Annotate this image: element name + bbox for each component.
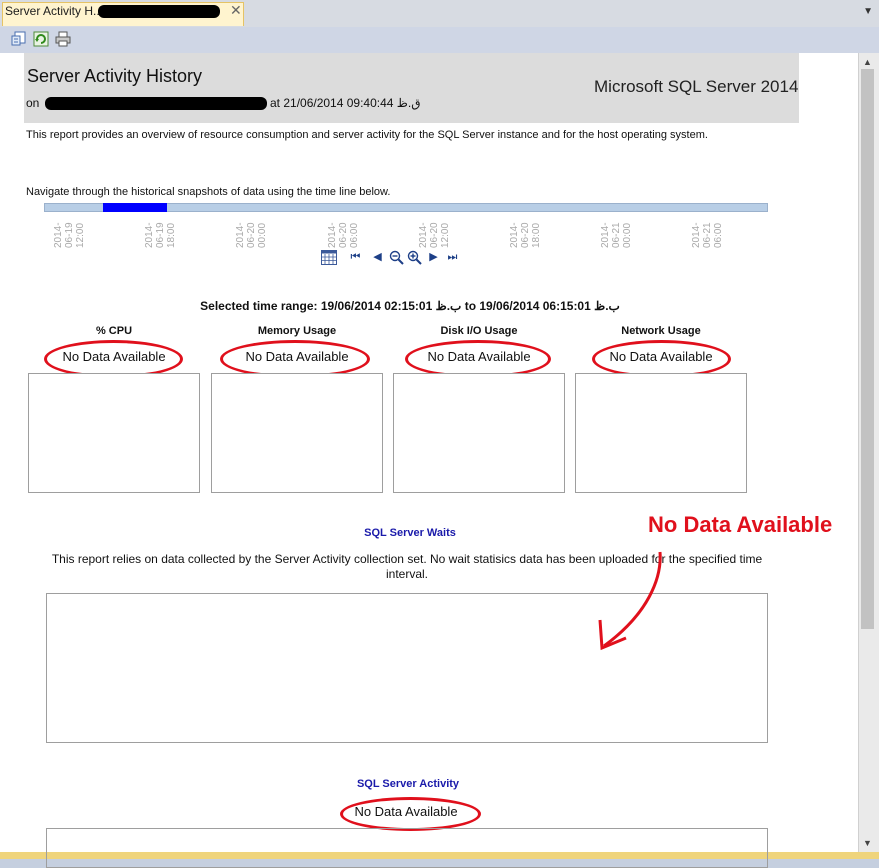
disk-chart-area xyxy=(393,373,565,493)
zoom-in-icon[interactable] xyxy=(407,250,422,265)
previous-snapshot-icon[interactable]: ◀ xyxy=(370,250,385,265)
calendar-icon[interactable] xyxy=(321,250,337,265)
timeline-instructions: Navigate through the historical snapshot… xyxy=(26,186,391,198)
close-icon[interactable]: ✕ xyxy=(230,2,242,19)
cpu-chart-area xyxy=(28,373,200,493)
timeline-tick: 2014- 06-21 06:00 xyxy=(691,222,724,248)
timeline-tick: 2014- 06-20 12:00 xyxy=(418,222,451,248)
report-description: This report provides an overview of reso… xyxy=(26,129,708,141)
timeline-selection[interactable] xyxy=(103,203,167,212)
zoom-out-icon[interactable] xyxy=(389,250,404,265)
timeline-tick: 2014- 06-20 18:00 xyxy=(509,222,542,248)
timeline-tick: 2014- 06-20 06:00 xyxy=(327,222,360,248)
chevron-down-icon[interactable]: ▼ xyxy=(863,6,873,17)
timeline-tick: 2014- 06-19 12:00 xyxy=(53,222,86,248)
product-brand: Microsoft SQL Server 2014 xyxy=(594,77,799,96)
report-title: Server Activity History xyxy=(27,66,203,86)
redaction-bar xyxy=(45,97,267,110)
report-toolbar xyxy=(0,27,879,54)
tab-title: Server Activity H... xyxy=(5,4,104,18)
chart-title-disk: Disk I/O Usage xyxy=(440,325,518,337)
annotation-arrow xyxy=(598,551,662,651)
timeline-tick: 2014- 06-20 00:00 xyxy=(235,222,268,248)
timeline-tick: 2014- 06-21 00:00 xyxy=(600,222,633,248)
document-map-icon[interactable] xyxy=(11,31,27,47)
annotation-ellipse xyxy=(340,797,481,831)
timeline-tick: 2014- 06-19 18:00 xyxy=(144,222,177,248)
memory-chart-area xyxy=(211,373,383,493)
first-snapshot-icon[interactable]: ⏮ xyxy=(348,250,363,265)
chart-title-cpu: % CPU xyxy=(95,325,133,337)
refresh-icon[interactable] xyxy=(33,31,49,47)
redaction-bar xyxy=(98,5,220,18)
activity-chart-area xyxy=(46,828,768,868)
chart-title-network: Network Usage xyxy=(621,325,701,337)
report-timestamp: at 21/06/2014 09:40:44 ق.ظ xyxy=(270,96,421,110)
next-snapshot-icon[interactable]: ▶ xyxy=(426,250,441,265)
print-icon[interactable] xyxy=(55,31,71,47)
annotation-label: No Data Available xyxy=(648,512,833,537)
scrollbar-thumb[interactable] xyxy=(861,69,874,629)
scroll-down-icon[interactable]: ▼ xyxy=(863,838,872,848)
network-chart-area xyxy=(575,373,747,493)
chart-title-memory: Memory Usage xyxy=(257,325,337,337)
selected-time-range: Selected time range: 19/06/2014 02:15:01… xyxy=(200,299,620,313)
activity-section-title[interactable]: SQL Server Activity xyxy=(0,778,816,790)
last-snapshot-icon[interactable]: ⏭ xyxy=(445,250,460,265)
server-label: on xyxy=(26,96,40,110)
scroll-up-icon[interactable]: ▲ xyxy=(863,57,872,67)
